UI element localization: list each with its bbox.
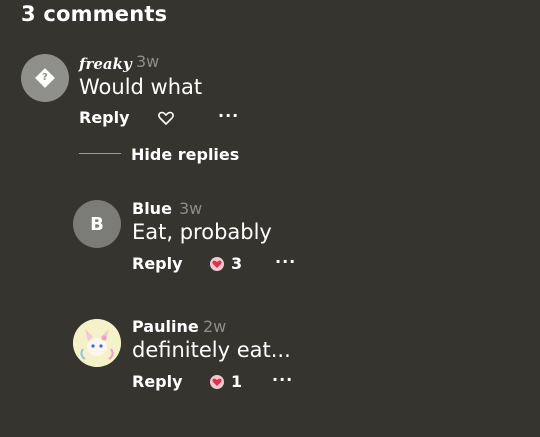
comment-time: 3w: [136, 52, 160, 71]
more-options-button[interactable]: ···: [218, 106, 239, 125]
reply-button[interactable]: Reply: [79, 108, 130, 127]
sylveon-avatar-icon: [73, 319, 121, 367]
like-button[interactable]: [158, 110, 174, 125]
avatar[interactable]: B: [73, 200, 121, 248]
heart-filled-icon: [210, 375, 224, 389]
heart-filled-icon: [210, 257, 224, 271]
like-count: 1: [231, 372, 243, 391]
heart-outline-icon: [158, 111, 174, 125]
comment-time: 3w: [179, 199, 203, 218]
more-options-button[interactable]: ···: [272, 370, 293, 389]
like-button[interactable]: [209, 256, 225, 271]
comment-time: 2w: [203, 317, 227, 336]
avatar[interactable]: ?: [21, 54, 69, 102]
comment-author[interactable]: Blue: [132, 199, 172, 218]
more-options-button[interactable]: ···: [275, 252, 296, 271]
comment-text: Eat, probably: [132, 220, 272, 244]
reply-button[interactable]: Reply: [132, 254, 183, 273]
hide-replies-button[interactable]: Hide replies: [131, 145, 239, 164]
avatar[interactable]: [73, 319, 121, 367]
comment-author[interactable]: Pauline: [132, 317, 199, 336]
comment-author[interactable]: freaky: [79, 55, 132, 73]
comment-text: definitely eat...: [132, 338, 291, 362]
unknown-user-icon: ?: [35, 68, 55, 88]
comments-count-title: 3 comments: [21, 2, 168, 26]
thread-divider: [79, 153, 121, 154]
comment-text: Would what: [79, 75, 203, 99]
reply-button[interactable]: Reply: [132, 372, 183, 391]
like-button[interactable]: [209, 374, 225, 389]
like-count: 3: [231, 254, 243, 273]
